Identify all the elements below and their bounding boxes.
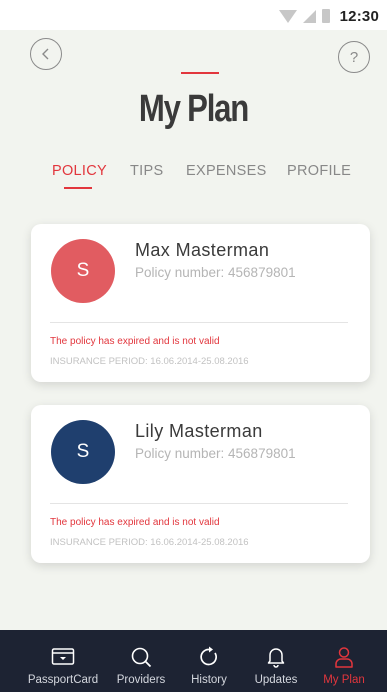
nav-item-my-plan[interactable]: My Plan (316, 630, 372, 692)
status-bar: 12:30 (0, 0, 387, 30)
chevron-left-icon (42, 48, 49, 60)
card-icon (51, 648, 75, 665)
status-time: 12:30 (339, 7, 379, 25)
nav-item-history[interactable]: History (180, 630, 238, 692)
policy-card[interactable]: S Lily Masterman Policy number: 45687980… (31, 405, 370, 563)
nav-item-passportcard[interactable]: PassportCard (22, 630, 104, 692)
insurance-period: INSURANCE PERIOD: 16.06.2014-25.08.2016 (50, 537, 249, 548)
holder-name: Max Masterman (135, 240, 270, 260)
nav-label: Updates (254, 674, 298, 686)
policy-status: The policy has expired and is not valid (50, 336, 220, 347)
page-title: My Plan (138, 88, 249, 130)
user-icon (335, 647, 353, 668)
back-button[interactable] (30, 38, 62, 70)
policy-number: Policy number: 456879801 (135, 265, 296, 280)
nav-item-providers[interactable]: Providers (112, 630, 170, 692)
card-divider (50, 503, 348, 504)
bell-icon (267, 648, 285, 668)
tab-bar: POLICY TIPS EXPENSES PROFILE (0, 163, 387, 193)
nav-label: PassportCard (27, 674, 99, 686)
nav-label: My Plan (323, 674, 365, 686)
nav-item-updates[interactable]: Updates (247, 630, 305, 692)
tab-policy[interactable]: POLICY (52, 163, 107, 179)
bottom-nav: PassportCard Providers History Updates M… (0, 630, 387, 692)
help-label: ? (349, 48, 359, 66)
policy-status: The policy has expired and is not valid (50, 517, 220, 528)
nav-label: Providers (116, 674, 166, 686)
avatar: S (51, 420, 115, 484)
holder-name: Lily Masterman (135, 421, 263, 441)
refresh-icon (200, 646, 217, 666)
active-tab-indicator (64, 187, 92, 189)
title-accent-line (181, 72, 219, 74)
wifi-icon (278, 10, 297, 23)
policy-number: Policy number: 456879801 (135, 446, 296, 461)
insurance-period: INSURANCE PERIOD: 16.06.2014-25.08.2016 (50, 356, 249, 367)
battery-icon (321, 9, 330, 23)
search-icon (131, 647, 152, 668)
tab-expenses[interactable]: EXPENSES (186, 163, 267, 179)
policy-card[interactable]: S Max Masterman Policy number: 456879801… (31, 224, 370, 382)
help-button[interactable]: ? (338, 41, 370, 73)
avatar: S (51, 239, 115, 303)
tab-tips[interactable]: TIPS (130, 163, 163, 179)
signal-icon (302, 9, 316, 23)
nav-label: History (191, 674, 227, 686)
tab-profile[interactable]: PROFILE (287, 163, 351, 179)
card-divider (50, 322, 348, 323)
status-icons: 12:30 (278, 7, 379, 25)
